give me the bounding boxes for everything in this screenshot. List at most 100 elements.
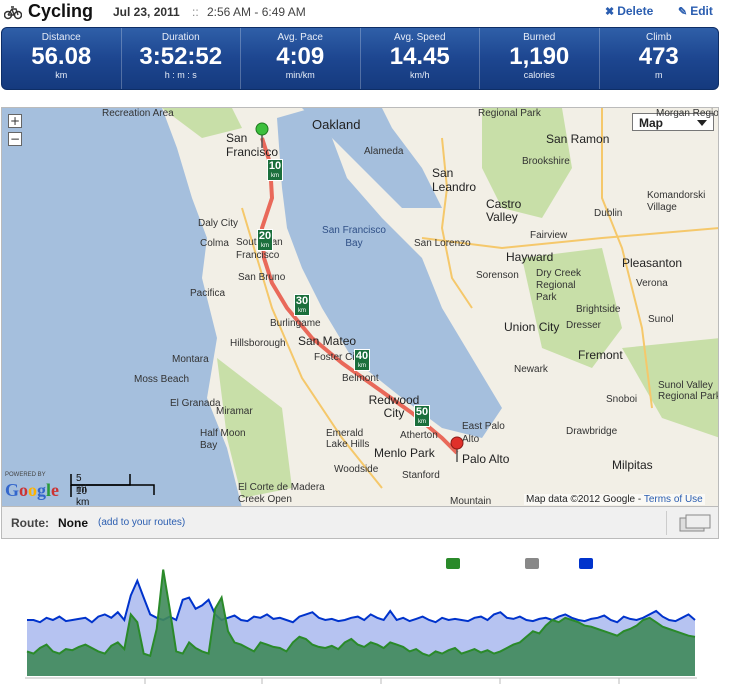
route-map[interactable]: + − Map Recreation Area Oakland Regional…: [1, 107, 719, 507]
stat-value: 3:52:52: [139, 43, 223, 70]
stat-value: 473: [638, 43, 679, 70]
map-label: Oakland: [312, 117, 361, 132]
map-label: Komandorski Village: [647, 190, 706, 213]
map-label: Union City: [504, 320, 560, 334]
map-label: Mountain: [450, 496, 492, 507]
map-label: Dry Creek Regional Park: [536, 268, 582, 303]
stat-label: Distance: [41, 32, 81, 43]
map-label: Morgan Regional: [656, 108, 719, 119]
stat-climb: Climb 473 m: [600, 28, 719, 89]
expand-map-icon[interactable]: [679, 514, 711, 532]
end-pin-icon[interactable]: [449, 436, 465, 462]
km-unit: km: [298, 308, 306, 314]
map-label: Alameda: [364, 146, 404, 157]
map-label: Dresser: [566, 320, 602, 331]
pencil-icon: ✎: [678, 5, 688, 18]
stat-label: Climb: [645, 32, 672, 43]
powered-by-text: POWERED BY: [5, 472, 46, 478]
google-logo[interactable]: Google: [5, 480, 59, 501]
divider: [666, 511, 667, 535]
map-label: Snoboi: [606, 394, 638, 405]
activity-title: Cycling: [28, 1, 94, 21]
activity-chart[interactable]: [25, 566, 697, 687]
bicycle-icon: [4, 6, 22, 20]
delete-button[interactable]: ✖ Delete: [605, 4, 653, 18]
map-label: Drawbridge: [566, 426, 618, 437]
stat-label: Burned: [523, 32, 556, 43]
map-label: Sunol: [648, 314, 674, 325]
map-label: East Palo Alto: [462, 421, 505, 445]
map-label: Woodside: [334, 464, 379, 475]
stat-unit: calories: [523, 70, 555, 80]
route-label: Route:: [11, 516, 49, 530]
edit-button[interactable]: ✎ Edit: [678, 4, 713, 18]
map-label: Half Moon Bay: [200, 428, 246, 451]
stat-unit: m: [655, 70, 663, 80]
km-value: 10: [268, 160, 282, 172]
stat-unit: h : m : s: [164, 70, 197, 80]
map-label: Regional Park: [478, 108, 541, 119]
map-label: Burlingame: [270, 318, 321, 329]
stat-avg-speed: Avg. Speed 14.45 km/h: [361, 28, 480, 89]
map-label: Stanford: [402, 470, 440, 481]
stat-unit: min/km: [285, 70, 315, 80]
map-label: Hillsborough: [230, 338, 286, 349]
km-marker-40[interactable]: 40 km: [354, 349, 370, 371]
stat-distance: Distance 56.08 km: [2, 28, 122, 89]
stats-bar: Distance 56.08 km Duration 3:52:52 h : m…: [1, 27, 719, 90]
map-label: Hayward: [506, 250, 554, 264]
stat-value: 56.08: [31, 43, 92, 70]
stat-burned: Burned 1,190 calories: [480, 28, 600, 89]
map-label: Recreation Area: [102, 108, 174, 119]
map-label: Palo Alto: [462, 452, 510, 466]
map-label: San Francisco Bay: [322, 225, 386, 249]
map-label: San Ramon: [546, 132, 610, 146]
stat-unit: km: [55, 70, 68, 80]
map-label: Brightside: [576, 304, 621, 315]
stat-label: Duration: [161, 32, 200, 43]
map-label: Sunol Valley Regional Park: [658, 380, 719, 402]
delete-label: Delete: [617, 4, 654, 18]
terms-link[interactable]: Terms of Use: [644, 494, 703, 505]
map-attribution: Map data ©2012 Google - Terms of Use: [524, 494, 705, 505]
zoom-in-button[interactable]: +: [8, 114, 22, 128]
map-label: Verona: [636, 278, 668, 289]
chevron-down-icon: [697, 120, 707, 126]
km-unit: km: [261, 243, 269, 249]
add-to-routes-link[interactable]: (add to your routes): [98, 517, 185, 528]
map-label: El Granada: [170, 398, 221, 409]
map-label: Newark: [514, 364, 548, 375]
map-label: Milpitas: [612, 458, 653, 472]
map-label: Miramar: [216, 406, 253, 417]
date-separator: ::: [192, 5, 199, 19]
map-label: San Bruno: [238, 272, 286, 283]
km-marker-20[interactable]: 20 km: [257, 229, 273, 251]
km-value: 30: [295, 295, 309, 307]
map-label: Emerald Lake Hills: [326, 428, 370, 450]
scale-km: 10 km: [76, 486, 90, 507]
map-label: San Mateo: [298, 334, 357, 348]
map-label: Moss Beach: [134, 374, 190, 385]
map-label: Dublin: [594, 208, 623, 219]
start-pin-icon[interactable]: [254, 122, 270, 148]
map-label: Menlo Park: [374, 446, 435, 460]
stat-unit: km/h: [409, 70, 430, 80]
km-unit: km: [358, 363, 366, 369]
km-marker-10[interactable]: 10 km: [267, 159, 283, 181]
attribution-text: Map data ©2012 Google -: [526, 494, 644, 505]
map-label: Atherton: [400, 430, 438, 441]
stat-value: 1,190: [509, 43, 570, 70]
km-marker-30[interactable]: 30 km: [294, 294, 310, 316]
km-value: 20: [258, 230, 272, 242]
map-label: Redwood City: [368, 393, 420, 420]
map-label: Fremont: [578, 348, 623, 362]
stat-value: 4:09: [276, 43, 325, 70]
map-label: Pleasanton: [622, 256, 683, 270]
km-marker-50[interactable]: 50 km: [414, 405, 430, 427]
map-label: Castro Valley: [486, 197, 522, 224]
route-bar: Route: None (add to your routes): [1, 507, 719, 539]
delete-x-icon: ✖: [605, 5, 615, 18]
zoom-out-button[interactable]: −: [8, 132, 22, 146]
stat-avg-pace: Avg. Pace 4:09 min/km: [241, 28, 361, 89]
map-label: Sorenson: [476, 270, 519, 281]
